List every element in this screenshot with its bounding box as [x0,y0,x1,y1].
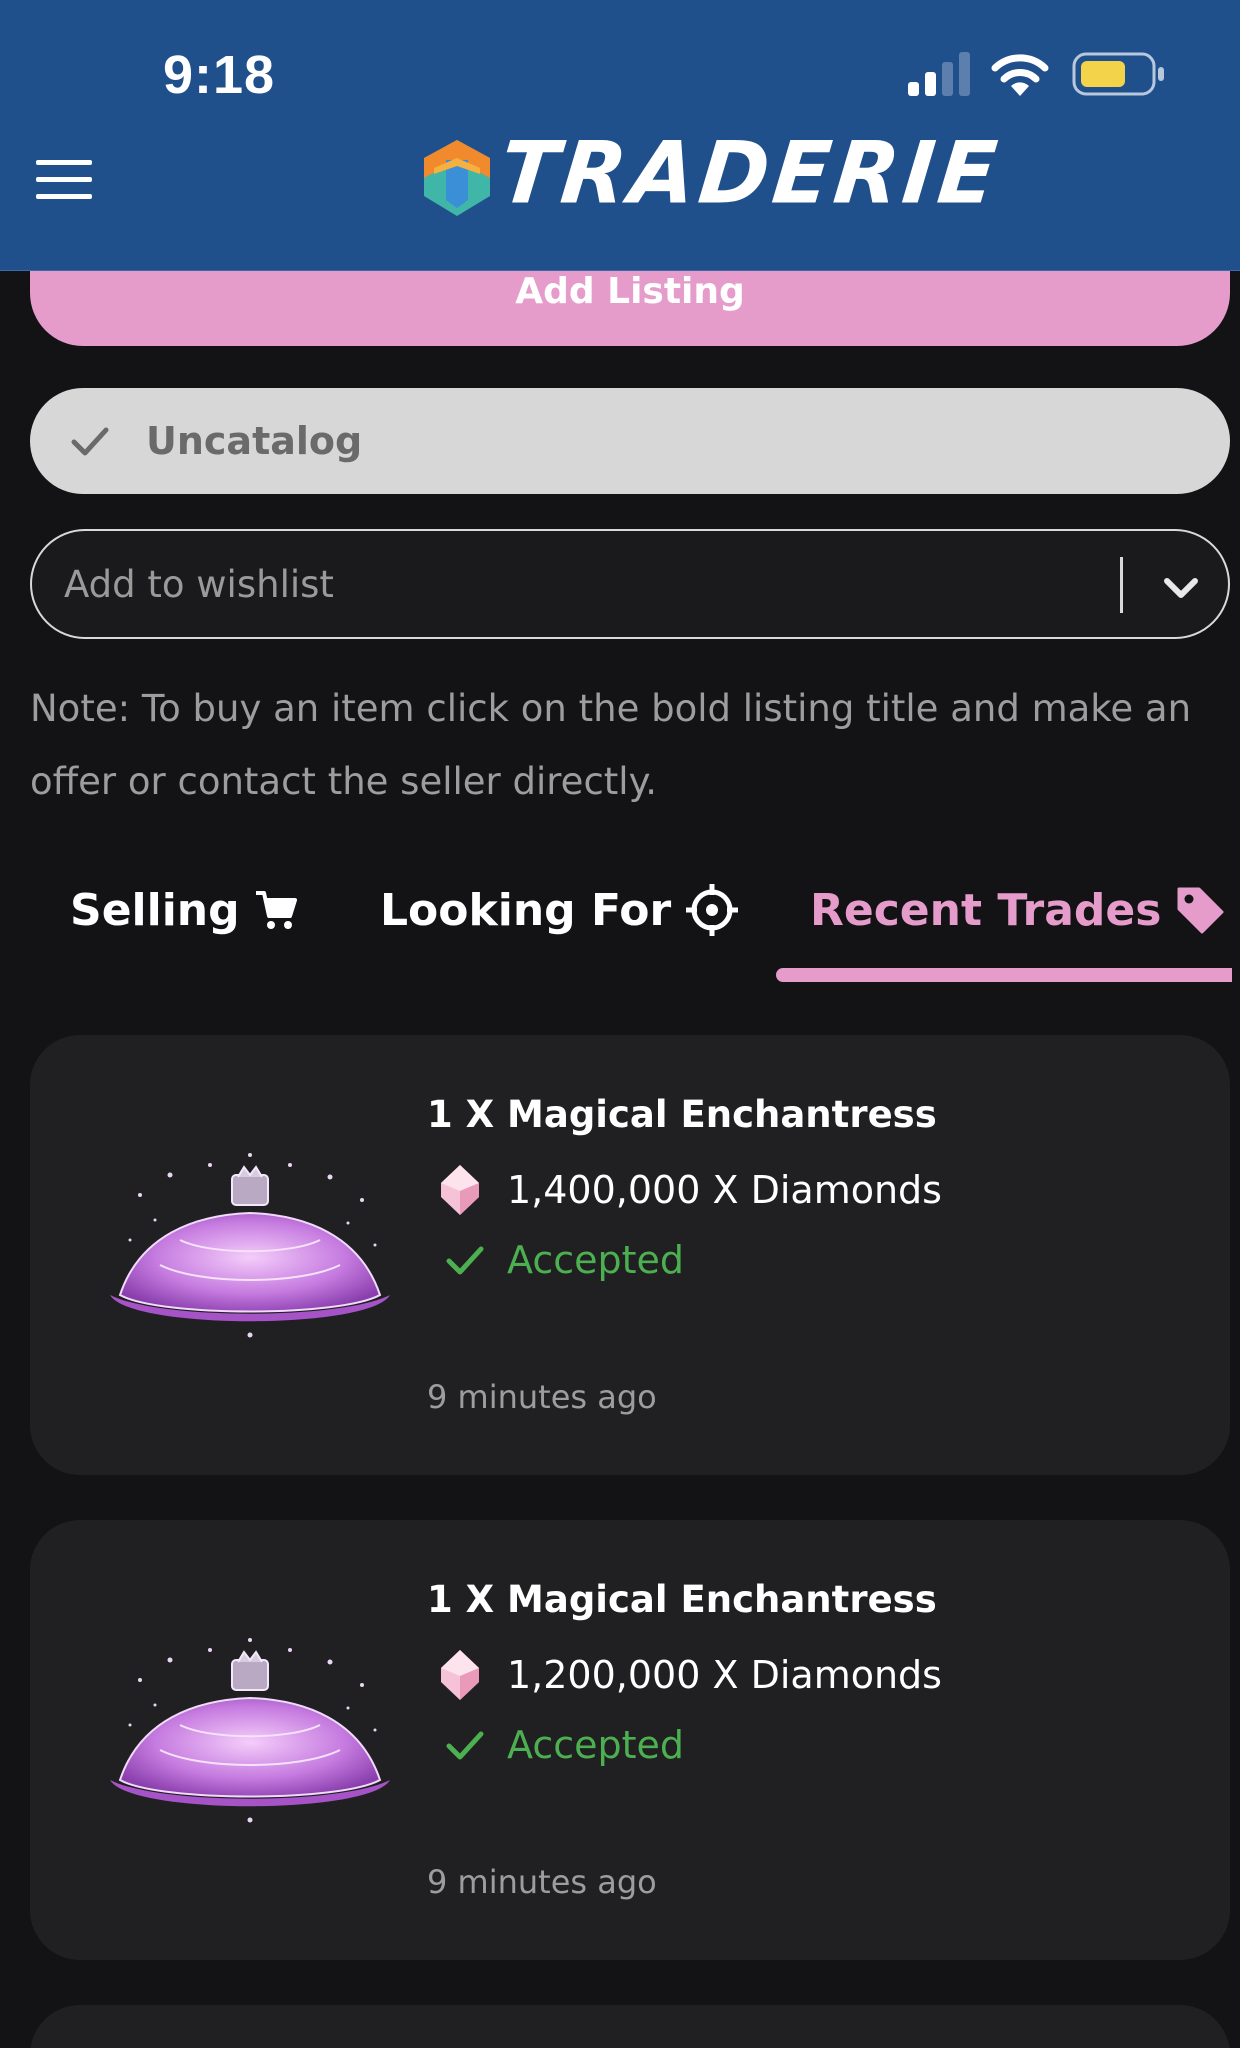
active-tab-indicator [776,968,1232,982]
trade-status: Accepted [507,1238,685,1282]
traderie-logo-text[interactable]: TRADERIE [495,123,1005,223]
magical-enchantress-image[interactable] [100,1145,400,1345]
tab-looking-for-label: Looking For [380,884,672,936]
trade-status: Accepted [507,1723,685,1767]
trade-card: 1 X Magical Enchantress 1,200,000 X Diam… [30,1520,1230,1960]
trade-status-row: Accepted [445,1723,684,1767]
wishlist-select[interactable]: Add to wishlist [30,529,1230,639]
app-header: 9:18 TRADERIE [0,0,1240,271]
purchase-note: Note: To buy an item click on the bold l… [30,687,1192,803]
tab-selling-label: Selling [70,884,240,936]
trade-timestamp: 9 minutes ago [427,1378,657,1416]
uncatalog-button[interactable]: Uncatalog [30,388,1230,494]
tab-recent-trades[interactable]: Recent Trades [810,880,1225,940]
trade-title[interactable]: 1 X Magical Enchantress [427,1578,937,1621]
diamond-icon [441,1650,479,1700]
crosshair-icon [686,884,739,936]
select-divider [1120,557,1123,613]
uncatalog-label: Uncatalog [146,419,363,463]
status-bar-time: 9:18 [163,45,276,105]
cart-icon [255,891,297,929]
trade-card-partial [30,2005,1230,2048]
check-icon [446,1246,484,1275]
magical-enchantress-image[interactable] [100,1630,400,1830]
wishlist-placeholder: Add to wishlist [64,563,334,606]
signal-icon [908,52,970,96]
diamond-icon [441,1165,479,1215]
trade-price-row: 1,200,000 X Diamonds [435,1648,942,1702]
tag-icon [1177,887,1224,934]
wifi-icon [991,54,1049,96]
check-icon [446,1731,484,1760]
trade-price: 1,400,000 X Diamonds [507,1168,942,1212]
tab-looking-for[interactable]: Looking For [380,880,739,940]
chevron-down-icon[interactable] [1160,567,1202,609]
trade-title[interactable]: 1 X Magical Enchantress [427,1093,937,1136]
hamburger-menu-icon[interactable] [36,160,92,200]
traderie-logo-icon[interactable] [420,138,494,218]
battery-icon [1072,52,1164,96]
trade-card: 1 X Magical Enchantress 1,400,000 X Diam… [30,1035,1230,1475]
trade-timestamp: 9 minutes ago [427,1863,657,1901]
trade-price: 1,200,000 X Diamonds [507,1653,942,1697]
trade-price-row: 1,400,000 X Diamonds [435,1163,942,1217]
check-icon [71,427,109,456]
tab-recent-trades-label: Recent Trades [810,884,1162,936]
tab-selling[interactable]: Selling [70,880,298,940]
trade-status-row: Accepted [445,1238,684,1282]
